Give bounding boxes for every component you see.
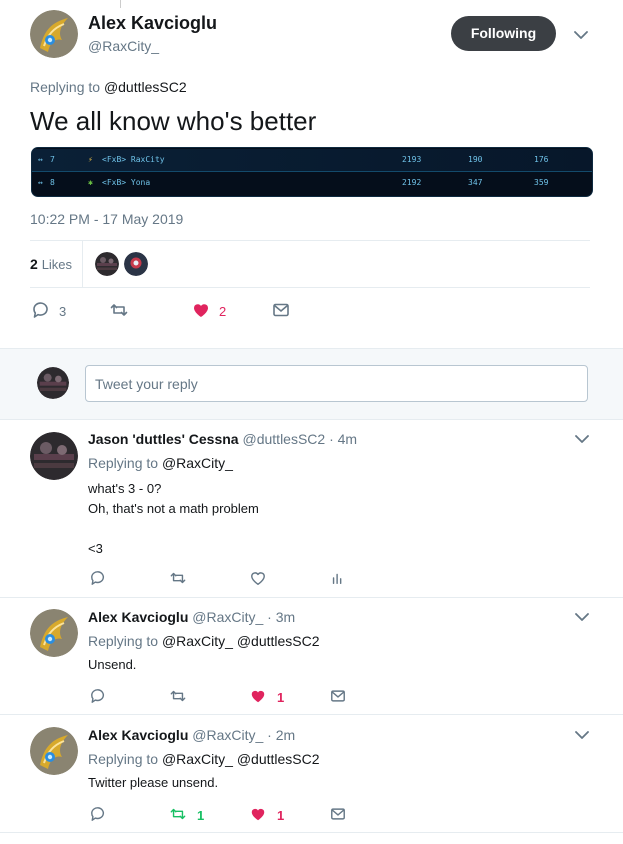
mail-icon[interactable] [330, 688, 346, 704]
replying-prefix: Replying to [88, 633, 159, 649]
chevron-down-icon[interactable] [575, 434, 589, 444]
liker-avatar[interactable] [124, 252, 148, 276]
heart-icon[interactable] [192, 301, 210, 319]
reply-avatar[interactable] [30, 727, 78, 775]
protoss-icon: ⚡ [88, 155, 93, 164]
tweet-image[interactable]: ↔ 7 ⚡ <FxB> RaxCity 2193 190 176 ↔ 8 ✱ <… [31, 147, 593, 197]
divider [0, 597, 623, 598]
heart-icon[interactable] [250, 688, 266, 704]
heart-outline-icon[interactable] [250, 570, 266, 586]
window-edge-mark [120, 0, 121, 8]
likes-label: Likes [41, 257, 73, 272]
replying-to-link[interactable]: @RaxCity_ [162, 455, 233, 471]
reply-replying-to: Replying to @RaxCity_ @duttlesSC2 [88, 751, 320, 767]
replying-to: Replying to @duttlesSC2 [30, 79, 187, 95]
scoreboard-row: ↔ 8 ✱ <FxB> Yona 2192 347 359 [32, 172, 592, 194]
tweet-timestamp[interactable]: 10:22 PM - 17 May 2019 [30, 211, 183, 227]
scoreboard-col3: 359 [534, 178, 549, 187]
author-avatar[interactable] [30, 10, 78, 58]
rank-arrow-icon: ↔ [38, 155, 43, 164]
scoreboard-row: ↔ 7 ⚡ <FxB> RaxCity 2193 190 176 [32, 149, 592, 172]
scoreboard-name: <FxB> Yona [102, 178, 151, 187]
reply-avatar[interactable] [30, 609, 78, 657]
zerg-icon: ✱ [88, 178, 93, 187]
divider [30, 240, 590, 241]
likes-stat[interactable]: 2 Likes [30, 256, 72, 272]
reply-meta[interactable]: @duttlesSC2 · 4m [243, 431, 358, 447]
reply-text: Twitter please unsend. [88, 775, 218, 790]
retweet-count: 1 [197, 808, 205, 823]
reply-author-name[interactable]: Jason 'duttles' Cessna [88, 431, 239, 447]
reply-line [88, 519, 259, 539]
scoreboard-name: <FxB> RaxCity [102, 155, 165, 164]
scoreboard-score: 2192 [402, 178, 422, 187]
scoreboard-col3: 176 [534, 155, 549, 164]
scoreboard-score: 2193 [402, 155, 422, 164]
reply-author-name[interactable]: Alex Kavcioglu [88, 609, 188, 625]
author-handle[interactable]: @RaxCity_ [88, 38, 159, 54]
author-name[interactable]: Alex Kavcioglu [88, 13, 217, 34]
replying-prefix: Replying to [30, 79, 101, 95]
chevron-down-icon[interactable] [575, 730, 589, 740]
heart-icon[interactable] [250, 806, 266, 822]
reply-icon[interactable] [90, 570, 106, 586]
like-count: 1 [277, 808, 285, 823]
divider [82, 241, 83, 287]
reply-icon[interactable] [32, 301, 50, 319]
reply-line: Twitter please unsend. [88, 775, 219, 790]
reply-text: Unsend. [88, 657, 136, 672]
reply-icon[interactable] [90, 806, 106, 822]
reply-header: Alex Kavcioglu @RaxCity_ · 2m [88, 727, 295, 743]
replying-to-link[interactable]: @duttlesSC2 [104, 79, 187, 95]
reply-replying-to: Replying to @RaxCity_ @duttlesSC2 [88, 633, 320, 649]
mail-icon[interactable] [272, 301, 290, 319]
liker-avatar[interactable] [95, 252, 119, 276]
retweet-icon[interactable] [170, 688, 186, 704]
reply-header: Alex Kavcioglu @RaxCity_ · 3m [88, 609, 295, 625]
reply-line: Oh, that's not a math problem [88, 501, 259, 516]
retweet-icon[interactable] [110, 301, 128, 319]
reply-icon[interactable] [90, 688, 106, 704]
own-avatar [37, 367, 69, 399]
replying-to-link[interactable]: @RaxCity_ @duttlesSC2 [162, 751, 320, 767]
tweet-text: We all know who's better [30, 106, 317, 136]
reply-author-name[interactable]: Alex Kavcioglu [88, 727, 188, 743]
retweet-icon[interactable] [170, 806, 186, 822]
reply-avatar[interactable] [30, 432, 78, 480]
reply-meta[interactable]: @RaxCity_ · 3m [192, 609, 295, 625]
rank-arrow-icon: ↔ [38, 178, 43, 187]
divider [30, 287, 590, 288]
chevron-down-icon[interactable] [575, 612, 589, 622]
reply-line: Unsend. [88, 657, 137, 672]
reply-replying-to: Replying to @RaxCity_ [88, 455, 233, 471]
analytics-icon[interactable] [330, 570, 346, 586]
reply-line: what's 3 - 0? [88, 481, 162, 496]
scoreboard-col2: 347 [468, 178, 483, 187]
likes-count: 2 [30, 256, 38, 272]
like-count: 2 [219, 304, 227, 319]
divider [0, 832, 623, 833]
reply-line: <3 [88, 541, 103, 556]
reply-input[interactable] [85, 365, 588, 402]
scoreboard-col2: 190 [468, 155, 483, 164]
mail-icon[interactable] [330, 806, 346, 822]
reply-meta[interactable]: @RaxCity_ · 2m [192, 727, 295, 743]
replying-prefix: Replying to [88, 455, 159, 471]
retweet-icon[interactable] [170, 570, 186, 586]
reply-count: 3 [59, 304, 67, 319]
reply-text: what's 3 - 0? Oh, that's not a math prob… [88, 479, 259, 559]
divider [0, 714, 623, 715]
replying-prefix: Replying to [88, 751, 159, 767]
scoreboard-rank: 7 [50, 155, 55, 164]
like-count: 1 [277, 690, 285, 705]
reply-header: Jason 'duttles' Cessna @duttlesSC2 · 4m [88, 431, 357, 447]
following-button[interactable]: Following [451, 16, 556, 51]
chevron-down-icon[interactable] [574, 30, 588, 40]
replying-to-link[interactable]: @RaxCity_ @duttlesSC2 [162, 633, 320, 649]
scoreboard-rank: 8 [50, 178, 55, 187]
